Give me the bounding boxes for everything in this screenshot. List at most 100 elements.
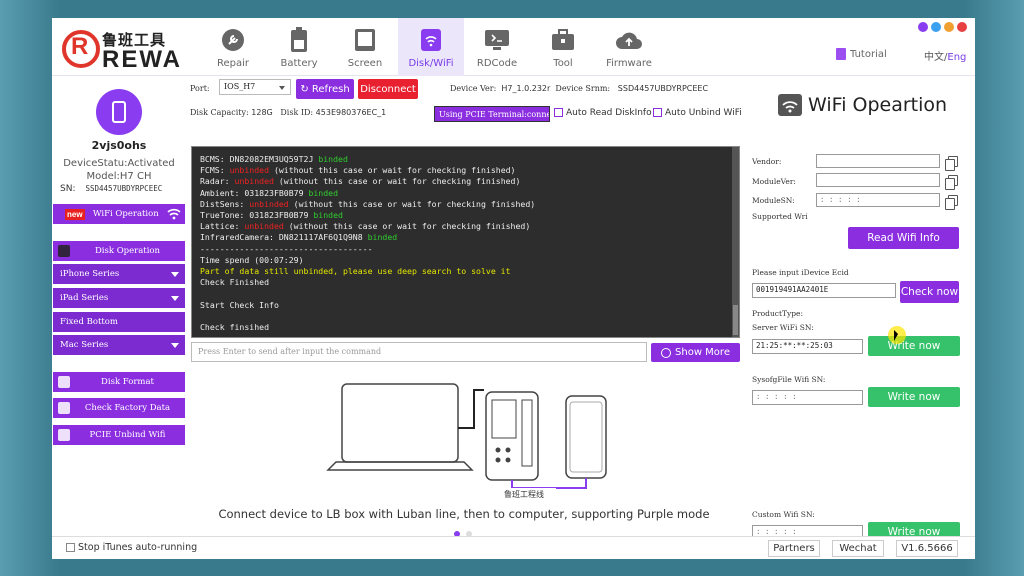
read-wifi-info-button[interactable]: Read Wifi Info: [848, 227, 959, 249]
menu-fixed-bottom[interactable]: Fixed Bottom: [53, 312, 185, 332]
device-info: DeviceStatu:Activated Model:H7 CH: [52, 157, 186, 183]
copy-icon[interactable]: [945, 156, 958, 171]
settings-icon[interactable]: [918, 22, 928, 32]
disconnect-button[interactable]: Disconnect: [358, 79, 418, 99]
port-select[interactable]: IOS_H7: [219, 79, 291, 95]
nav-rdcode[interactable]: RDCode: [464, 18, 530, 76]
screen-icon: [351, 26, 379, 54]
device-model: Model:H7 CH: [86, 171, 152, 182]
disk-icon: [58, 245, 70, 257]
device-avatar: [96, 89, 142, 135]
rewa-logo: R 鲁班工具 REWA: [62, 28, 192, 73]
stop-itunes-checkbox[interactable]: Stop iTunes auto-running: [66, 542, 197, 553]
version-label: V1.6.5666: [896, 540, 958, 557]
new-badge: new: [65, 208, 85, 220]
menu-iphone-series[interactable]: iPhone Series: [53, 264, 185, 284]
device-name: 2vjs0ohs: [91, 139, 147, 152]
tutorial-link[interactable]: Tutorial: [836, 48, 887, 60]
wifi-panel: WiFi Opeartion Vendor: ModuleVer: Module…: [742, 76, 975, 542]
pcie-icon: [58, 429, 70, 441]
modulever-label: ModuleVer:: [752, 177, 796, 186]
nav-battery[interactable]: Battery: [266, 18, 332, 76]
format-icon: [58, 376, 70, 388]
ecid-input[interactable]: 001919491AA2401E: [752, 283, 896, 298]
refresh-button[interactable]: ↻ Refresh: [296, 79, 354, 99]
write-now-sysconfig-button[interactable]: Write now: [868, 387, 960, 407]
write-now-server-button[interactable]: Write now: [868, 336, 960, 356]
copy-icon[interactable]: [945, 175, 958, 190]
modulesn-field[interactable]: : : : : :: [816, 193, 940, 207]
wifi-icon: [167, 208, 181, 220]
help-icon[interactable]: [931, 22, 941, 32]
server-wifi-sn-label: Server WiFi SN:: [752, 323, 814, 332]
minimize-icon[interactable]: [944, 22, 954, 32]
nav-repair[interactable]: Repair: [200, 18, 266, 76]
menu-disk-format[interactable]: Disk Format: [53, 372, 185, 392]
port-label: Port:: [190, 84, 210, 93]
custom-wifi-sn-label: Custom Wifi SN:: [752, 510, 815, 519]
menu-check-factory-data[interactable]: Check Factory Data: [53, 398, 185, 418]
chevron-down-icon: [171, 342, 179, 348]
modulesn-label: ModuleSN:: [752, 196, 795, 205]
battery-icon: [285, 26, 313, 54]
chevron-down-icon: [171, 295, 179, 301]
product-type-label: ProductType:: [752, 309, 803, 318]
device-sidebar: 2vjs0ohs DeviceStatu:Activated Model:H7 …: [52, 76, 186, 536]
server-wifi-sn-input[interactable]: 21:25:**:**:25:03: [752, 339, 863, 354]
wechat-button[interactable]: Wechat: [832, 540, 884, 557]
chevron-down-icon: [171, 271, 179, 277]
nav-tool[interactable]: Tool: [530, 18, 596, 76]
device-ver: Device Ver: H7_1.0.232r Device Srnm: SSD…: [450, 84, 709, 93]
toolbox-icon: [549, 26, 577, 54]
auto-unbind-checkbox[interactable]: Auto Unbind WiFi: [653, 108, 742, 118]
terminal-scrollbar[interactable]: [732, 147, 739, 337]
check-now-button[interactable]: Check now: [900, 281, 959, 303]
vendor-field[interactable]: [816, 154, 940, 168]
ecid-label: Please input iDevice Ecid: [752, 268, 849, 277]
sysconfig-wifi-sn-label: SysofgFile Wifi SN:: [752, 375, 826, 384]
wifi-panel-title: WiFi Opeartion: [778, 94, 947, 116]
copy-icon[interactable]: [945, 195, 958, 210]
mouse-cursor: [888, 326, 906, 344]
connection-illustration: [326, 383, 607, 498]
menu-ipad-series[interactable]: iPad Series: [53, 288, 185, 308]
nav-screen[interactable]: Screen: [332, 18, 398, 76]
show-more-button[interactable]: Show More: [651, 343, 740, 362]
menu-pcie-unbind-wifi[interactable]: PCIE Unbind Wifi: [53, 425, 185, 445]
partners-button[interactable]: Partners: [768, 540, 820, 557]
phone-icon: [112, 101, 126, 123]
sysconfig-wifi-sn-input[interactable]: : : : : :: [752, 390, 863, 405]
terminal-log[interactable]: BCMS: DN82082EM3UQ59T2J binded FCMS: unb…: [191, 146, 740, 338]
main-nav: Repair Battery Screen Disk/WiFi RDCode T…: [200, 18, 662, 76]
disk-wifi-icon: [417, 26, 445, 54]
language-switch[interactable]: 中文/Eng: [924, 48, 966, 63]
wifi-icon: [778, 94, 802, 116]
cloud-upload-icon: [615, 26, 643, 54]
cable-label: 鲁班工程线: [504, 490, 544, 499]
menu-mac-series[interactable]: Mac Series: [53, 335, 185, 355]
window-controls: [918, 22, 967, 32]
search-icon: [58, 402, 70, 414]
status-bar: Stop iTunes auto-running Partners Wechat…: [52, 536, 975, 559]
command-input[interactable]: Press Enter to send after input the comm…: [191, 342, 647, 362]
wrench-icon: [219, 26, 247, 54]
close-icon[interactable]: [957, 22, 967, 32]
pcie-terminal-status: Using PCIE Terminal:conne: [434, 106, 550, 122]
vendor-label: Vendor:: [752, 157, 782, 166]
menu-disk-operation[interactable]: Disk Operation: [53, 241, 185, 261]
connection-caption: Connect device to LB box with Luban line…: [218, 507, 710, 521]
top-bar: R 鲁班工具 REWA Repair Battery Screen Disk/W…: [52, 18, 975, 76]
disk-info: Disk Capacity: 128G Disk ID: 453E980376E…: [190, 108, 387, 117]
rdcode-icon: [483, 26, 511, 54]
nav-disk-wifi[interactable]: Disk/WiFi: [398, 18, 464, 76]
book-icon: [836, 48, 846, 60]
menu-wifi-operation[interactable]: new WiFi Operation: [53, 204, 185, 224]
modulever-field[interactable]: [816, 173, 940, 187]
device-sn: SN: SSD4457UBDYRPCEEC: [60, 184, 163, 194]
main-panel: Port: IOS_H7 ↻ Refresh Disconnect Device…: [186, 76, 742, 537]
auto-read-checkbox[interactable]: Auto Read DiskInfo: [554, 108, 652, 118]
nav-firmware[interactable]: Firmware: [596, 18, 662, 76]
supported-wri-label: Supported Wri: [752, 212, 808, 221]
app-window: R 鲁班工具 REWA Repair Battery Screen Disk/W…: [52, 18, 975, 559]
device-status: DeviceStatu:Activated: [63, 158, 175, 169]
